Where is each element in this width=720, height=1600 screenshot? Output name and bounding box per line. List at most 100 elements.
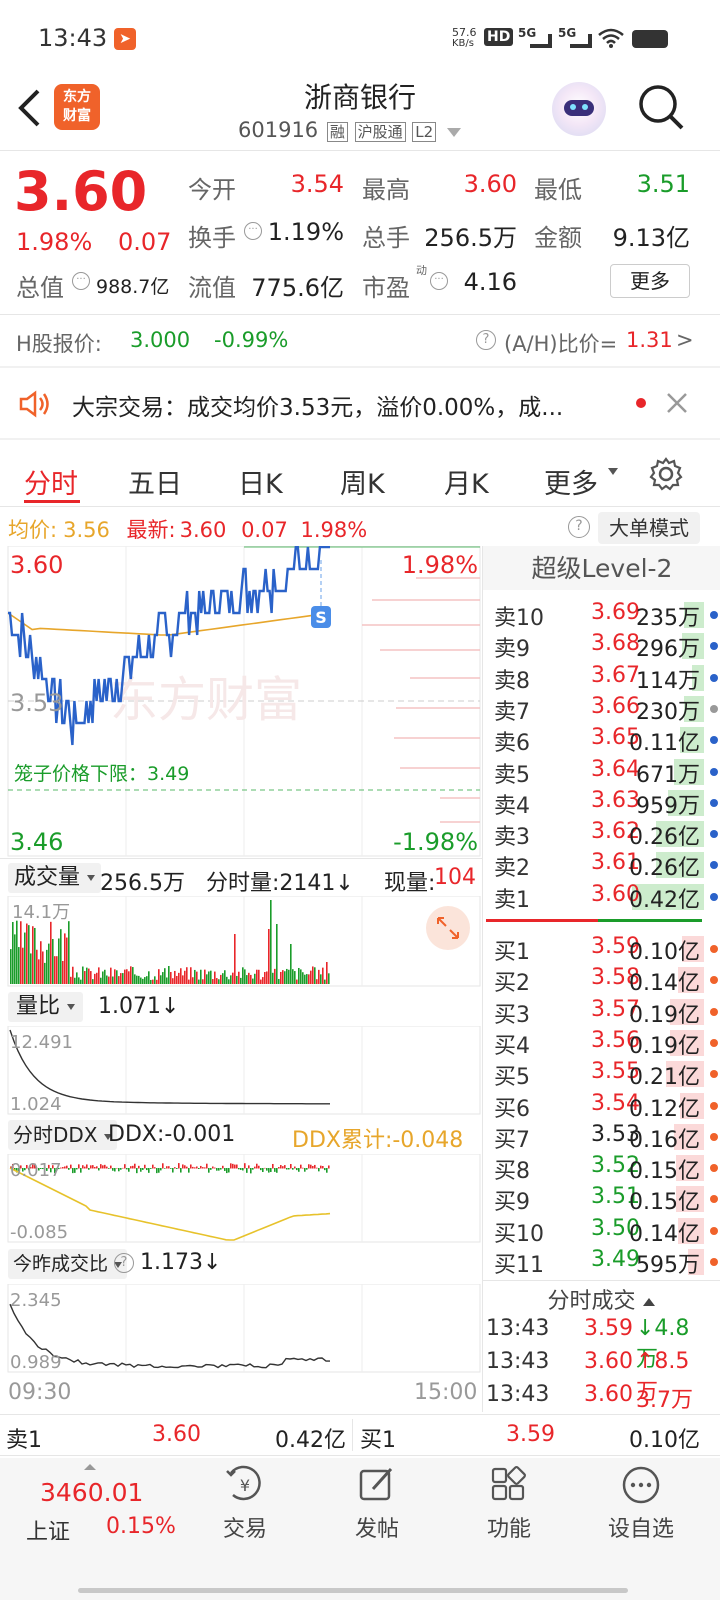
ddx-bar [138,1165,140,1169]
ddx-bar [276,1168,278,1173]
ddx-chart[interactable]: 0.017 -0.085 [0,1154,482,1244]
bid-row[interactable]: 买7 3.53 0.16亿 [494,1122,720,1153]
ddx-bar [280,1165,282,1169]
ddx-bar [96,1166,98,1169]
volume-bar [264,972,266,984]
nav-functions[interactable]: 功能 [454,1465,564,1543]
yratio-min-label: 0.989 [10,1352,62,1373]
level-volume: 0.21亿 [629,1065,700,1091]
ask-row[interactable]: 卖4 3.63 959万 [494,788,720,819]
info-dots-icon[interactable]: ··· [72,272,90,290]
bid-row[interactable]: 买9 3.51 0.15亿 [494,1184,720,1216]
caret-down-icon [67,1004,76,1010]
ask-row[interactable]: 卖2 3.61 0.26亿 [494,850,720,881]
level-volume: 0.10亿 [629,940,700,965]
ratio-chart[interactable]: 12.491 1.024 [0,1026,482,1116]
info-dots-icon[interactable]: ··· [244,222,262,240]
dropdown-icon[interactable] [446,128,461,137]
ask-row[interactable]: 卖5 3.64 671万 [494,757,720,788]
index-widget[interactable]: 3460.01 上证 0.15% [0,1458,200,1558]
level-dot [710,1132,718,1141]
tab-intraday[interactable]: 分时 [24,462,78,501]
notice-bar[interactable]: 大宗交易：成交均价3.53元，溢价0.00%，成... [0,368,720,438]
ddx-selector[interactable]: 分时DDX [8,1120,117,1150]
nav-add-watchlist[interactable]: 设自选 [586,1465,696,1543]
ddx-bar [164,1168,166,1169]
bid-row[interactable]: 买5 3.55 0.21亿 [494,1059,720,1091]
search-icon[interactable] [636,82,686,132]
ask-row[interactable]: 卖6 3.65 0.11亿 [494,725,720,757]
level-label: 买1 [494,940,530,965]
tab-more[interactable]: 更多 [544,462,598,501]
ddx-bar [98,1168,100,1171]
volume-bar [236,975,238,984]
tab-weekly-k[interactable]: 周K [340,462,385,501]
ddx-bar [130,1166,132,1169]
robot-avatar[interactable] [552,82,606,136]
tab-monthly-k[interactable]: 月K [444,462,489,501]
volume-bar [78,977,80,984]
bid-row[interactable]: 买3 3.57 0.19亿 [494,997,720,1028]
trades-header[interactable]: 分时成交 [482,1280,720,1314]
ddx-bar [186,1166,188,1169]
bid-row[interactable]: 买1 3.59 0.10亿 [494,934,720,965]
level-label: 卖6 [494,731,530,757]
volume-bar [262,977,264,984]
bid-row[interactable]: 买11 3.49 595万 [494,1247,720,1278]
bid-row[interactable]: 买10 3.50 0.14亿 [494,1216,720,1247]
ddx-bar [68,1168,70,1170]
intraday-price-chart[interactable]: 东方财富 S 3.60 3.53 3.46 1.98% -1.98% 笼子价格下… [0,546,482,858]
volume-bar [200,969,202,984]
ddx-bar [320,1165,322,1169]
bid-row[interactable]: 买4 3.56 0.19亿 [494,1028,720,1059]
bid-row[interactable]: 买2 3.58 0.14亿 [494,965,720,996]
index-pct: 0.15% [106,1514,176,1539]
ddx-bar [296,1168,298,1171]
volume-bar [214,971,216,984]
expand-button[interactable] [426,906,470,950]
tab-daily-k[interactable]: 日K [238,462,283,501]
notification-icon: ➤ [114,28,136,50]
info-dots-icon[interactable]: ··· [430,272,448,290]
level-dot [710,1195,718,1204]
ask-row[interactable]: 卖3 3.62 0.26亿 [494,819,720,850]
ddx-bar [288,1168,290,1170]
level-volume: 0.15亿 [629,1190,700,1216]
ratio-selector[interactable]: 量比 [8,992,84,1022]
ask-row[interactable]: 卖7 3.66 230万 [494,694,720,725]
ah-ratio-arrow[interactable]: > [676,328,694,352]
level-price: 3.69 [591,600,640,625]
volume-bar [268,929,270,984]
close-icon[interactable] [666,392,688,414]
ask-row[interactable]: 卖1 3.60 0.42亿 [494,882,720,913]
ddx-bar [140,1168,142,1172]
ask-row[interactable]: 卖8 3.67 114万 [494,663,720,694]
more-button[interactable]: 更多 [610,264,690,298]
ddx-label: 分时DDX [13,1123,98,1147]
help-icon[interactable]: ? [114,1253,134,1273]
bottom-ask-price: 3.60 [152,1422,201,1447]
volume-bar [324,979,326,984]
settings-gear-icon[interactable] [648,456,684,492]
ask-row[interactable]: 卖10 3.69 235万 [494,600,720,631]
tab-five-day[interactable]: 五日 [128,462,182,501]
level2-title[interactable]: 超级Level-2 [483,546,720,590]
help-icon[interactable]: ? [568,516,590,538]
volume-chart[interactable]: 14.1万 [0,896,482,988]
level-dot [710,892,718,901]
big-order-mode-button[interactable]: 大单模式 [598,512,700,544]
help-icon[interactable]: ? [476,330,496,350]
volume-bar [316,979,318,984]
yratio-selector[interactable]: 今昨成交比 [8,1249,128,1279]
ask-row[interactable]: 卖9 3.68 296万 [494,631,720,662]
nav-trade[interactable]: ¥ 交易 [190,1465,300,1543]
ddx-bar [66,1165,68,1169]
volume-bar [44,962,46,984]
nav-post-label: 发帖 [354,1517,399,1542]
volume-bar [188,979,190,984]
bid-row[interactable]: 买8 3.52 0.15亿 [494,1153,720,1184]
nav-post[interactable]: 发帖 [322,1465,432,1543]
yratio-chart[interactable]: 2.345 0.989 [0,1284,482,1374]
bid-row[interactable]: 买6 3.54 0.12亿 [494,1091,720,1122]
volume-selector[interactable]: 成交量 [8,863,102,893]
